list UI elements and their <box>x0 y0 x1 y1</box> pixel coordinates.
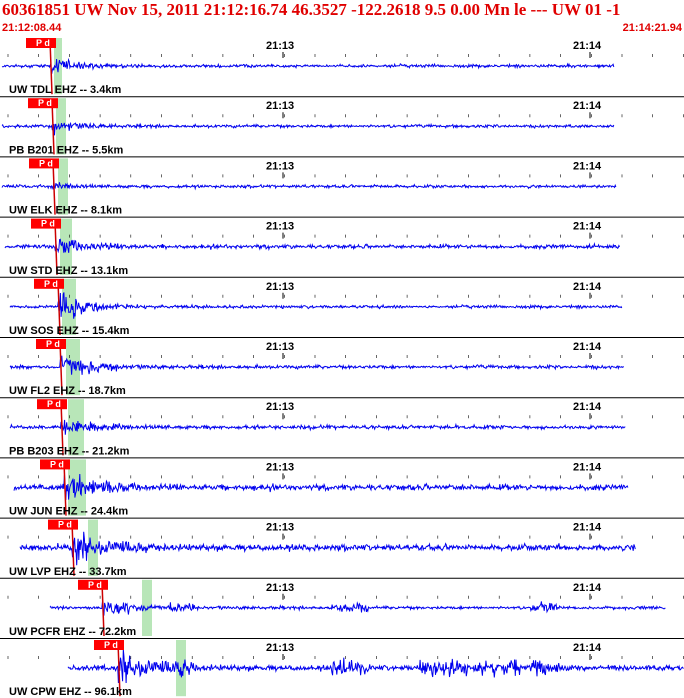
trace-row: 21:13 21:14 P d UW LVP EHZ -- 33.7km <box>0 517 684 578</box>
trace-row: 21:13 21:14 P d PB B201 EHZ -- 5.5km <box>0 96 684 156</box>
p-pick-label: P d <box>41 219 55 229</box>
trace-row: 21:13 21:14 P d UW TDL EHZ -- 3.4km <box>1 38 684 96</box>
minute-label: 21:14 <box>573 341 602 353</box>
minute-label: 21:14 <box>573 221 602 233</box>
minute-label: 21:13 <box>266 221 294 233</box>
waveform-trace <box>67 648 684 684</box>
minute-label: 21:14 <box>573 582 602 594</box>
waveform-trace <box>1 181 617 191</box>
p-pick-label: P d <box>38 98 52 108</box>
end-time: 21:14:21.94 <box>622 22 682 34</box>
waveform-trace <box>19 531 636 566</box>
trace-row: 21:13 21:14 P d UW ELK EHZ -- 8.1km <box>0 156 684 217</box>
station-label: UW LVP EHZ -- 33.7km <box>9 566 127 578</box>
start-time: 21:12:08.44 <box>2 22 62 34</box>
minute-label: 21:14 <box>573 281 602 293</box>
minute-label: 21:13 <box>266 281 294 293</box>
minute-label: 21:14 <box>573 461 602 473</box>
waveform-trace <box>13 473 629 501</box>
p-pick-label: P d <box>104 640 118 650</box>
station-label: UW ELK EHZ -- 8.1km <box>9 205 122 217</box>
p-pick-label: P d <box>44 279 58 289</box>
minute-label: 21:13 <box>266 341 294 353</box>
minute-label: 21:13 <box>266 401 294 413</box>
minute-label: 21:13 <box>266 642 294 654</box>
waveform-trace <box>1 57 615 74</box>
p-pick-label: P d <box>58 520 72 530</box>
minute-label: 21:13 <box>266 40 294 52</box>
header: 60361851 UW Nov 15, 2011 21:12:16.74 46.… <box>0 0 684 36</box>
minute-label: 21:13 <box>266 522 294 534</box>
trace-row: 21:13 21:14 P d UW SOS EHZ -- 15.4km <box>0 276 684 337</box>
waveform-trace <box>9 355 624 375</box>
minute-label: 21:14 <box>573 401 602 413</box>
trace-row: 21:13 21:14 P d PB B203 EHZ -- 21.2km <box>0 397 684 457</box>
station-label: UW SOS EHZ -- 15.4km <box>9 325 130 337</box>
trace-row: 21:13 21:14 P d UW CPW EHZ -- 96.1km <box>0 638 684 698</box>
station-label: UW FL2 EHZ -- 18.7km <box>9 385 126 397</box>
minute-label: 21:14 <box>573 642 602 654</box>
trace-row: 21:13 21:14 P d UW PCFR EHZ -- 72.2km <box>0 577 684 638</box>
minute-label: 21:14 <box>573 160 602 172</box>
p-pick-label: P d <box>39 158 53 168</box>
waveform-trace <box>9 419 626 435</box>
minute-label: 21:14 <box>573 522 602 534</box>
p-pick-label: P d <box>46 339 60 349</box>
minute-label: 21:13 <box>266 160 294 172</box>
waveform-trace <box>1 121 615 136</box>
minute-label: 21:13 <box>266 582 294 594</box>
seismogram-panel: 21:13 21:14P dUW TDL EHZ -- 3.4km21:13 21:… <box>0 38 684 698</box>
minute-label: 21:14 <box>573 40 602 52</box>
station-label: UW STD EHZ -- 13.1km <box>9 265 128 277</box>
trace-row: 21:13 21:14 P d UW STD EHZ -- 13.1km <box>0 216 684 277</box>
p-pick-label: P d <box>50 459 64 469</box>
station-label: PB B201 EHZ -- 5.5km <box>9 144 124 156</box>
minute-label: 21:14 <box>573 100 602 112</box>
event-title: 60361851 UW Nov 15, 2011 21:12:16.74 46.… <box>2 0 621 19</box>
minute-label: 21:13 <box>266 100 294 112</box>
station-label: PB B203 EHZ -- 21.2km <box>9 445 130 457</box>
station-label: UW TDL EHZ -- 3.4km <box>9 84 121 96</box>
p-pick-label: P d <box>88 580 102 590</box>
trace-row: 21:13 21:14 P d UW FL2 EHZ -- 18.7km <box>0 337 684 397</box>
station-label: UW JUN EHZ -- 24.4km <box>9 506 128 518</box>
waveform-trace <box>4 238 621 254</box>
station-label: UW CPW EHZ -- 96.1km <box>9 686 132 698</box>
station-label: UW PCFR EHZ -- 72.2km <box>9 626 136 638</box>
trace-row: 21:13 21:14 P d UW JUN EHZ -- 24.4km <box>0 457 684 518</box>
p-pick-label: P d <box>47 399 61 409</box>
minute-label: 21:13 <box>266 461 294 473</box>
p-pick-label: P d <box>36 38 50 48</box>
